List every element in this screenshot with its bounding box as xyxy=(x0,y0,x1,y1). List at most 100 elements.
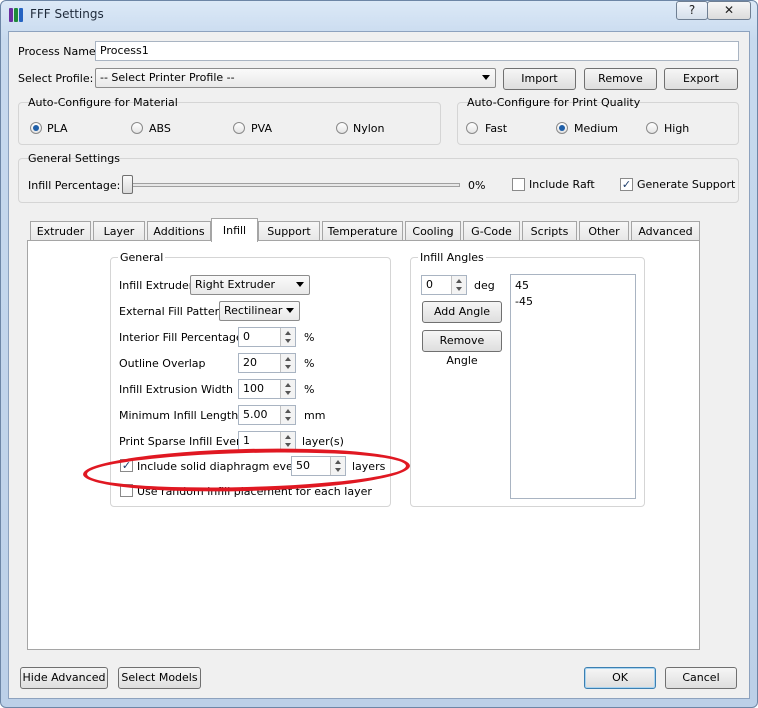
radio-nylon[interactable] xyxy=(336,122,348,134)
spin-buttons[interactable] xyxy=(280,380,295,398)
angle-list[interactable]: 45 -45 xyxy=(510,274,636,499)
profile-select[interactable]: -- Select Printer Profile -- xyxy=(95,68,496,88)
infill-percentage-value: 0% xyxy=(468,179,486,192)
infill-extrusion-width-value: 100 xyxy=(243,382,264,395)
infill-slider-track[interactable] xyxy=(122,183,460,187)
radio-pla[interactable] xyxy=(30,122,42,134)
app-icon xyxy=(8,7,24,23)
chevron-down-icon xyxy=(482,75,490,80)
infill-extruder-value: Right Extruder xyxy=(195,278,276,291)
outline-overlap-input[interactable]: 20 xyxy=(238,353,296,373)
infill-slider-thumb[interactable] xyxy=(122,175,133,194)
quality-group-title: Auto-Configure for Print Quality xyxy=(467,96,641,109)
cancel-button[interactable]: Cancel xyxy=(665,667,737,689)
tab-scripts[interactable]: Scripts xyxy=(522,221,577,241)
print-sparse-infill-label: Print Sparse Infill Every xyxy=(119,435,248,448)
interior-fill-percentage-input[interactable]: 0 xyxy=(238,327,296,347)
angle-input[interactable]: 0 xyxy=(421,275,467,295)
spin-buttons[interactable] xyxy=(280,328,295,346)
tab-other[interactable]: Other xyxy=(579,221,629,241)
radio-medium[interactable] xyxy=(556,122,568,134)
solid-diaphragm-checkbox[interactable]: ✓ xyxy=(120,459,133,472)
infill-extruder-select[interactable]: Right Extruder xyxy=(190,275,310,295)
tab-cooling[interactable]: Cooling xyxy=(405,221,461,241)
solid-diaphragm-label: Include solid diaphragm every xyxy=(137,460,304,473)
chevron-down-icon xyxy=(286,308,294,313)
spin-buttons[interactable] xyxy=(280,354,295,372)
list-item[interactable]: 45 xyxy=(511,275,635,294)
radio-abs[interactable] xyxy=(131,122,143,134)
minimum-infill-length-input[interactable]: 5.00 xyxy=(238,405,296,425)
external-fill-pattern-label: External Fill Pattern xyxy=(119,305,226,318)
import-button[interactable]: Import xyxy=(503,68,576,90)
radio-abs-label: ABS xyxy=(149,122,171,135)
print-sparse-infill-unit: layer(s) xyxy=(302,435,344,448)
infill-angles-title: Infill Angles xyxy=(418,251,486,264)
close-button[interactable]: ✕ xyxy=(707,1,751,20)
radio-fast[interactable] xyxy=(466,122,478,134)
profile-select-value: -- Select Printer Profile -- xyxy=(100,71,235,84)
tab-layer[interactable]: Layer xyxy=(93,221,145,241)
include-raft-label: Include Raft xyxy=(529,178,595,191)
external-fill-pattern-select[interactable]: Rectilinear xyxy=(219,301,300,321)
select-models-button[interactable]: Select Models xyxy=(118,667,201,689)
angle-value: 0 xyxy=(426,278,433,291)
radio-medium-label: Medium xyxy=(574,122,618,135)
external-fill-pattern-value: Rectilinear xyxy=(224,304,283,317)
infill-extrusion-width-label: Infill Extrusion Width xyxy=(119,383,233,396)
tab-temperature[interactable]: Temperature xyxy=(322,221,403,241)
generate-support-checkbox[interactable]: ✓ xyxy=(620,178,633,191)
tab-advanced[interactable]: Advanced xyxy=(631,221,700,241)
print-sparse-infill-value: 1 xyxy=(243,434,250,447)
tab-infill[interactable]: Infill xyxy=(211,218,258,242)
radio-pva[interactable] xyxy=(233,122,245,134)
tab-g-code[interactable]: G-Code xyxy=(463,221,520,241)
minimum-infill-length-label: Minimum Infill Length xyxy=(119,409,239,422)
radio-high-label: High xyxy=(664,122,690,135)
infill-extrusion-width-input[interactable]: 100 xyxy=(238,379,296,399)
list-item[interactable]: -45 xyxy=(511,294,635,310)
random-infill-checkbox[interactable] xyxy=(120,484,133,497)
tab-additions[interactable]: Additions xyxy=(147,221,211,241)
outline-overlap-unit: % xyxy=(304,357,315,370)
outline-overlap-value: 20 xyxy=(243,356,257,369)
process-name-label: Process Name: xyxy=(18,45,100,58)
help-button[interactable]: ? xyxy=(676,1,708,20)
tab-support[interactable]: Support xyxy=(258,221,320,241)
angle-unit: deg xyxy=(474,279,495,292)
add-angle-button[interactable]: Add Angle xyxy=(422,301,502,323)
include-raft-checkbox[interactable] xyxy=(512,178,525,191)
interior-fill-percentage-unit: % xyxy=(304,331,315,344)
interior-fill-percentage-label: Interior Fill Percentage xyxy=(119,331,243,344)
remove-angle-button[interactable]: Remove Angle xyxy=(422,330,502,367)
remove-button[interactable]: Remove xyxy=(584,68,657,90)
spin-buttons[interactable] xyxy=(330,457,345,475)
spin-buttons[interactable] xyxy=(451,276,466,294)
solid-diaphragm-value: 50 xyxy=(296,459,310,472)
general-settings-title: General Settings xyxy=(28,152,120,165)
spin-buttons[interactable] xyxy=(280,432,295,450)
spin-buttons[interactable] xyxy=(280,406,295,424)
random-infill-label: Use random infill placement for each lay… xyxy=(137,485,372,498)
infill-extruder-label: Infill Extruder xyxy=(119,279,194,292)
radio-fast-label: Fast xyxy=(485,122,508,135)
minimum-infill-length-value: 5.00 xyxy=(243,408,268,421)
export-button[interactable]: Export xyxy=(664,68,738,90)
solid-diaphragm-input[interactable]: 50 xyxy=(291,456,346,476)
generate-support-label: Generate Support xyxy=(637,178,736,191)
interior-fill-percentage-value: 0 xyxy=(243,330,250,343)
radio-pla-label: PLA xyxy=(47,122,68,135)
process-name-input[interactable]: Process1 xyxy=(95,41,739,61)
infill-general-title: General xyxy=(118,251,166,264)
chevron-down-icon xyxy=(296,282,304,287)
radio-high[interactable] xyxy=(646,122,658,134)
outline-overlap-label: Outline Overlap xyxy=(119,357,206,370)
ok-button[interactable]: OK xyxy=(584,667,656,689)
material-group-title: Auto-Configure for Material xyxy=(28,96,178,109)
infill-percentage-label: Infill Percentage: xyxy=(28,179,121,192)
hide-advanced-button[interactable]: Hide Advanced xyxy=(20,667,108,689)
tab-extruder[interactable]: Extruder xyxy=(30,221,91,241)
solid-diaphragm-unit: layers xyxy=(352,460,386,473)
print-sparse-infill-input[interactable]: 1 xyxy=(238,431,296,451)
minimum-infill-length-unit: mm xyxy=(304,409,326,422)
